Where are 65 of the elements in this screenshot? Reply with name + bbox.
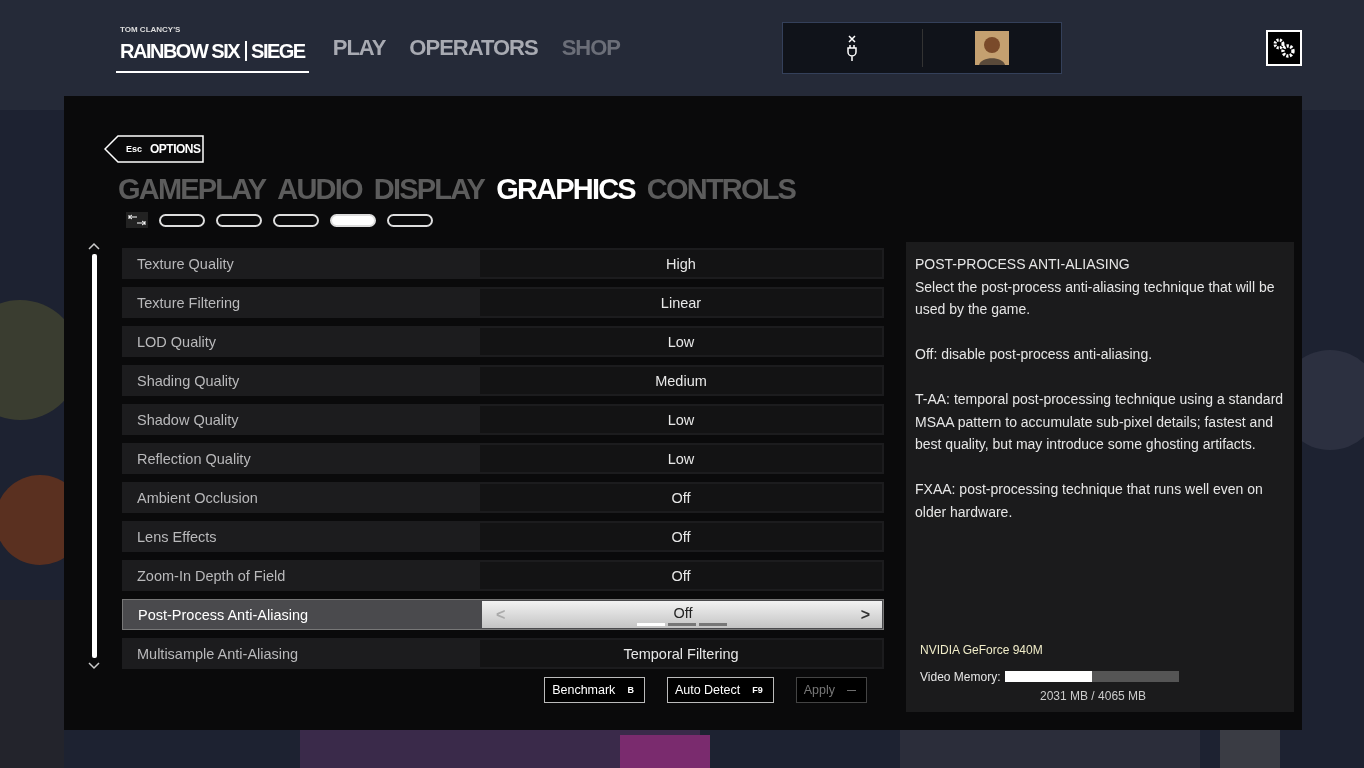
description-title: POST-PROCESS ANTI-ALIASING <box>915 255 1131 274</box>
setting-row[interactable]: Shadow Quality Low <box>122 404 884 435</box>
setting-name: Shading Quality <box>136 371 241 391</box>
setting-name: Shadow Quality <box>136 410 240 430</box>
setting-value[interactable]: Linear <box>480 289 882 316</box>
setting-row[interactable]: Post-Process Anti-Aliasing < Off > <box>122 599 884 630</box>
game-logo-subtitle: SIEGE <box>245 41 305 61</box>
description-paragraph: T-AA: temporal post-processing technique using a standard MSAA pattern to accumulate sub-pixel details; fastest and best quality, but may introduce some ghosting artifacts. <box>915 390 1285 454</box>
setting-value[interactable]: Off <box>480 523 882 550</box>
next-arrow[interactable]: > <box>860 605 870 624</box>
setting-value[interactable]: Low <box>480 406 882 433</box>
setting-name: Reflection Quality <box>136 449 252 469</box>
option-selector[interactable]: < Off > <box>482 601 882 628</box>
gpu-name: NVIDIA GeForce 940M <box>920 642 1044 659</box>
description-paragraph: Off: disable post-process anti-aliasing. <box>915 345 1154 364</box>
settings-button[interactable] <box>1266 30 1302 66</box>
setting-name: LOD Quality <box>136 332 217 352</box>
action-button[interactable]: Auto Detect F9 <box>666 677 774 703</box>
setting-row[interactable]: Lens Effects Off <box>122 521 884 552</box>
page-indicator[interactable] <box>216 213 262 227</box>
setting-value[interactable]: Medium <box>480 367 882 394</box>
page-indicator[interactable] <box>159 213 205 227</box>
page-indicator[interactable] <box>387 213 433 227</box>
setting-row[interactable]: Zoom-In Depth of Field Off <box>122 560 884 591</box>
page-indicator[interactable] <box>330 213 376 227</box>
setting-name: Texture Filtering <box>136 293 242 313</box>
disconnected-plug-icon[interactable] <box>846 35 859 61</box>
scrollbar[interactable] <box>88 242 100 670</box>
avatar[interactable] <box>974 31 1009 65</box>
setting-row[interactable]: Ambient Occlusion Off <box>122 482 884 513</box>
setting-row[interactable]: LOD Quality Low <box>122 326 884 357</box>
back-button[interactable]: Esc OPTIONS <box>104 135 204 163</box>
setting-name: Zoom-In Depth of Field <box>136 566 287 586</box>
setting-value[interactable]: Temporal Filtering <box>480 640 882 667</box>
memory-reading: 2031 MB / 4065 MB <box>1040 688 1148 704</box>
settings-icon <box>1272 37 1296 59</box>
setting-value[interactable]: High <box>480 250 882 277</box>
page-indicator[interactable] <box>273 213 319 227</box>
scroll-up-icon[interactable] <box>88 242 100 250</box>
category-tab[interactable]: GRAPHICS <box>496 173 635 206</box>
setting-name: Lens Effects <box>136 527 218 547</box>
setting-value[interactable]: Off <box>480 484 882 511</box>
shortcut-arrows-icon <box>126 212 148 228</box>
setting-name: Ambient Occlusion <box>136 488 259 508</box>
setting-row[interactable]: Texture Filtering Linear <box>122 287 884 318</box>
description-paragraph: Select the post-process anti-aliasing technique that will be used by the game. <box>915 277 1276 319</box>
setting-value[interactable]: Off <box>480 562 882 589</box>
scroll-down-icon[interactable] <box>88 662 100 670</box>
setting-row[interactable]: Multisample Anti-Aliasing Temporal Filtering <box>122 638 884 669</box>
memory-label: Video Memory: <box>920 668 1001 686</box>
action-button[interactable]: Benchmark B <box>544 677 645 703</box>
description-paragraph: FXAA: post-processing technique that runs well even on older hardware. <box>915 480 1264 522</box>
setting-row[interactable]: Reflection Quality Low <box>122 443 884 474</box>
setting-name: Texture Quality <box>136 254 235 274</box>
setting-name: Post-Process Anti-Aliasing <box>137 605 310 625</box>
publisher-logo-text: TOM CLANCY'S <box>120 25 181 34</box>
nav-link[interactable]: PLAY <box>332 35 386 61</box>
setting-row[interactable]: Shading Quality Medium <box>122 365 884 396</box>
setting-value: Off <box>673 604 693 621</box>
setting-value[interactable]: Low <box>480 445 882 472</box>
setting-value[interactable]: Low <box>480 328 882 355</box>
setting-name: Multisample Anti-Aliasing <box>136 644 300 664</box>
setting-row[interactable]: Texture Quality High <box>122 248 884 279</box>
nav-link[interactable]: OPERATORS <box>409 35 538 61</box>
game-logo-text: RAINBOW SIX <box>120 41 240 61</box>
